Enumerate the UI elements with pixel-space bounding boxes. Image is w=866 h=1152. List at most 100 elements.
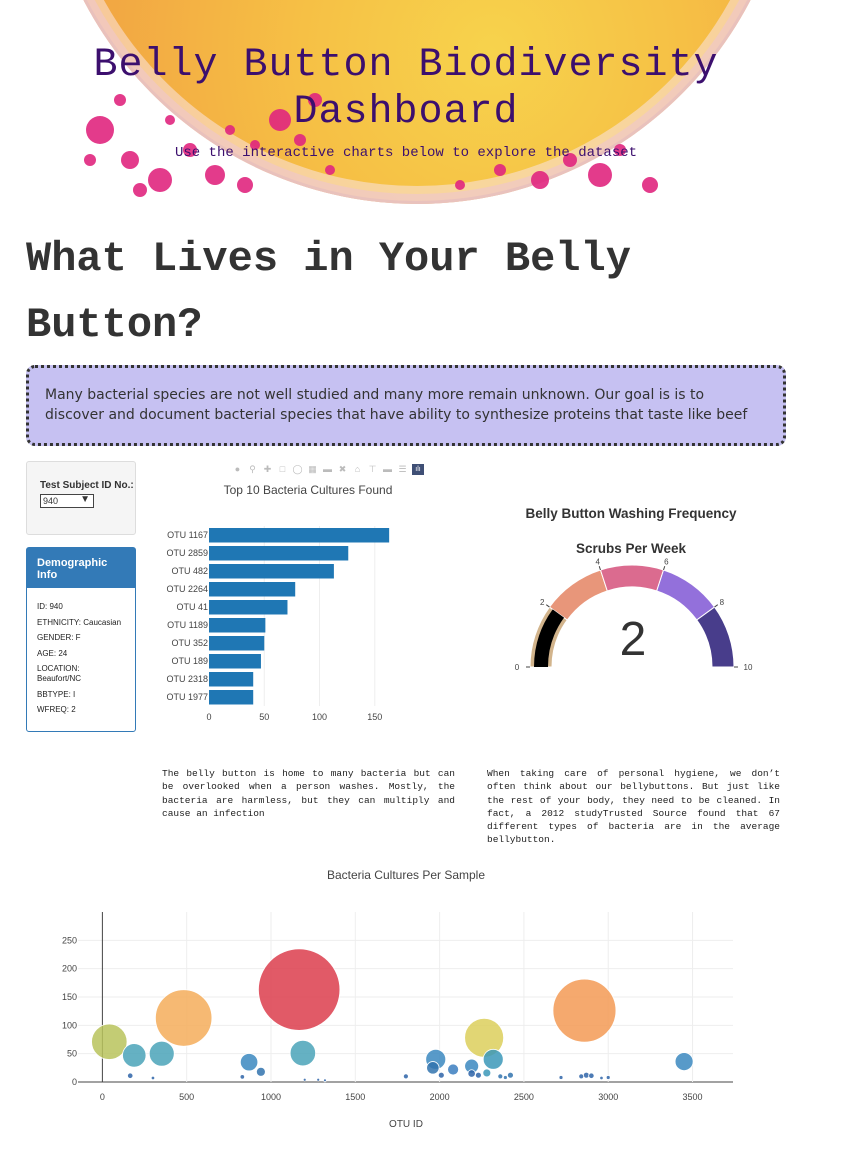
bubble-marker[interactable] bbox=[302, 1077, 307, 1082]
bar-category-label: OTU 2264 bbox=[166, 584, 208, 594]
lasso-icon[interactable]: ◯ bbox=[292, 463, 303, 475]
bubble-marker[interactable] bbox=[558, 1075, 564, 1080]
bubble-marker[interactable] bbox=[588, 1072, 595, 1079]
subject-id-select[interactable]: 940 ▼ bbox=[40, 494, 94, 508]
bubble-marker[interactable] bbox=[507, 1071, 514, 1079]
hero-banner: Belly Button Biodiversity Dashboard Use … bbox=[0, 0, 866, 204]
bubble-chart: Bacteria Cultures Per Sample 0 50 100 150 20… bbox=[62, 868, 733, 1130]
bar[interactable] bbox=[209, 528, 390, 543]
gauge-band bbox=[656, 569, 716, 621]
bubble-marker[interactable] bbox=[552, 978, 617, 1043]
bar-category-label: OTU 189 bbox=[171, 656, 208, 666]
bubble-marker[interactable] bbox=[127, 1072, 134, 1079]
camera-icon[interactable]: ● bbox=[232, 463, 243, 475]
colony-dot bbox=[237, 177, 253, 193]
demo-age: AGE: 24 bbox=[37, 648, 68, 658]
bubble-marker[interactable] bbox=[289, 1039, 317, 1067]
gauge-tick-label: 4 bbox=[595, 557, 600, 566]
bar-category-label: OTU 2318 bbox=[166, 674, 208, 684]
bubble-marker[interactable] bbox=[316, 1077, 321, 1082]
colony-dot bbox=[205, 165, 225, 185]
colony-dot bbox=[325, 165, 335, 175]
bubble-marker[interactable] bbox=[578, 1073, 585, 1080]
bubble-x-tick-label: 0 bbox=[100, 1092, 105, 1102]
bar[interactable] bbox=[209, 600, 288, 615]
bubble-marker[interactable] bbox=[437, 1071, 445, 1079]
bubble-marker[interactable] bbox=[497, 1073, 504, 1080]
demo-location: LOCATION: Beaufort/NC bbox=[37, 664, 82, 683]
bubble-marker[interactable] bbox=[605, 1075, 611, 1080]
bubble-marker[interactable] bbox=[239, 1074, 245, 1080]
colony-dot bbox=[148, 168, 172, 192]
hero-title: Belly Button Biodiversity Dashboard bbox=[93, 43, 719, 135]
gauge-band bbox=[599, 564, 665, 592]
bubble-marker[interactable] bbox=[474, 1071, 482, 1079]
gauge-title: Belly Button Washing Frequency bbox=[525, 506, 737, 521]
bubble-marker[interactable] bbox=[402, 1073, 409, 1080]
hover-compare-icon[interactable]: ☰ bbox=[397, 463, 408, 475]
bubble-marker[interactable] bbox=[122, 1043, 147, 1068]
subject-selector-label: Test Subject ID No.: bbox=[40, 480, 134, 491]
bubble-y-tick-label: 250 bbox=[62, 935, 77, 945]
plotly-logo-icon[interactable]: ılı bbox=[412, 463, 424, 475]
gauge-band bbox=[548, 569, 608, 621]
gauge-tick bbox=[663, 566, 666, 571]
gauge-subtitle: Scrubs Per Week bbox=[576, 541, 687, 556]
bubble-x-tick-label: 3000 bbox=[598, 1092, 618, 1102]
gauge-band bbox=[696, 606, 735, 668]
zoom-icon[interactable]: ⚲ bbox=[247, 463, 258, 475]
demo-bbtype: BBTYPE: I bbox=[37, 689, 76, 699]
bubble-marker[interactable] bbox=[599, 1075, 604, 1081]
bubble-marker[interactable] bbox=[467, 1069, 476, 1078]
hover-closest-icon[interactable]: ▬ bbox=[382, 463, 393, 475]
gauge-tick-label: 6 bbox=[664, 557, 669, 566]
bar-category-label: OTU 2859 bbox=[166, 548, 208, 558]
reset-axes-icon[interactable]: ⌂ bbox=[352, 463, 363, 475]
bar[interactable] bbox=[209, 546, 349, 561]
bubble-marker[interactable] bbox=[426, 1061, 440, 1075]
bubble-marker[interactable] bbox=[323, 1078, 327, 1083]
bar[interactable] bbox=[209, 690, 254, 705]
bubble-x-tick-label: 2500 bbox=[514, 1092, 534, 1102]
bubble-y-tick-label: 0 bbox=[72, 1077, 77, 1087]
bar[interactable] bbox=[209, 618, 266, 633]
gauge-tick-label: 10 bbox=[744, 663, 753, 672]
pan-icon[interactable]: ✚ bbox=[262, 463, 273, 475]
bubble-marker[interactable] bbox=[239, 1053, 259, 1072]
spike-lines-icon[interactable]: ⊤ bbox=[367, 463, 378, 475]
bubble-marker[interactable] bbox=[148, 1040, 175, 1067]
zoom-in-icon[interactable]: ▦ bbox=[307, 463, 318, 475]
bubble-marker[interactable] bbox=[91, 1023, 128, 1060]
box-select-icon[interactable]: □ bbox=[277, 463, 288, 475]
hero-subtitle: Use the interactive charts below to expl… bbox=[174, 145, 638, 161]
bubble-marker[interactable] bbox=[502, 1075, 508, 1080]
bubble-marker[interactable] bbox=[255, 1066, 266, 1077]
demo-gender: GENDER: F bbox=[37, 633, 81, 642]
bubble-marker[interactable] bbox=[447, 1063, 460, 1076]
bar[interactable] bbox=[209, 654, 261, 669]
bubble-marker[interactable] bbox=[258, 948, 341, 1031]
bubble-marker[interactable] bbox=[482, 1068, 492, 1078]
autoscale-icon[interactable]: ✖ bbox=[337, 463, 348, 475]
bubble-marker[interactable] bbox=[482, 1048, 504, 1070]
wash-frequency-gauge: Belly Button Washing Frequency Scrubs Pe… bbox=[515, 506, 753, 672]
zoom-out-icon[interactable]: ▬ bbox=[322, 463, 333, 475]
subject-id-value: 940 bbox=[43, 496, 59, 506]
bubble-marker[interactable] bbox=[155, 989, 213, 1047]
top10-bar-chart: Top 10 Bacteria Cultures Found OTU 1167 O… bbox=[166, 483, 393, 722]
plotly-modebar: ● ⚲ ✚ □ ◯ ▦ ▬ ✖ ⌂ ⊤ ▬ ☰ ılı bbox=[232, 463, 424, 475]
bar[interactable] bbox=[209, 636, 265, 651]
bar[interactable] bbox=[209, 582, 296, 597]
bar-chart-title: Top 10 Bacteria Cultures Found bbox=[224, 483, 393, 497]
page-title: What Lives in Your Belly Button? bbox=[26, 235, 631, 349]
bar[interactable] bbox=[209, 564, 334, 579]
bubble-x-tick-label: 500 bbox=[179, 1092, 194, 1102]
bubble-y-tick-label: 200 bbox=[62, 964, 77, 974]
bubble-marker[interactable] bbox=[150, 1075, 156, 1081]
demo-wfreq: WFREQ: 2 bbox=[37, 705, 76, 714]
info-paragraph-right: When taking care of personal hygiene, we… bbox=[487, 768, 780, 846]
bubble-marker[interactable] bbox=[674, 1052, 694, 1072]
bar[interactable] bbox=[209, 672, 254, 687]
colony-dot bbox=[531, 171, 549, 189]
bar-category-label: OTU 41 bbox=[176, 602, 208, 612]
